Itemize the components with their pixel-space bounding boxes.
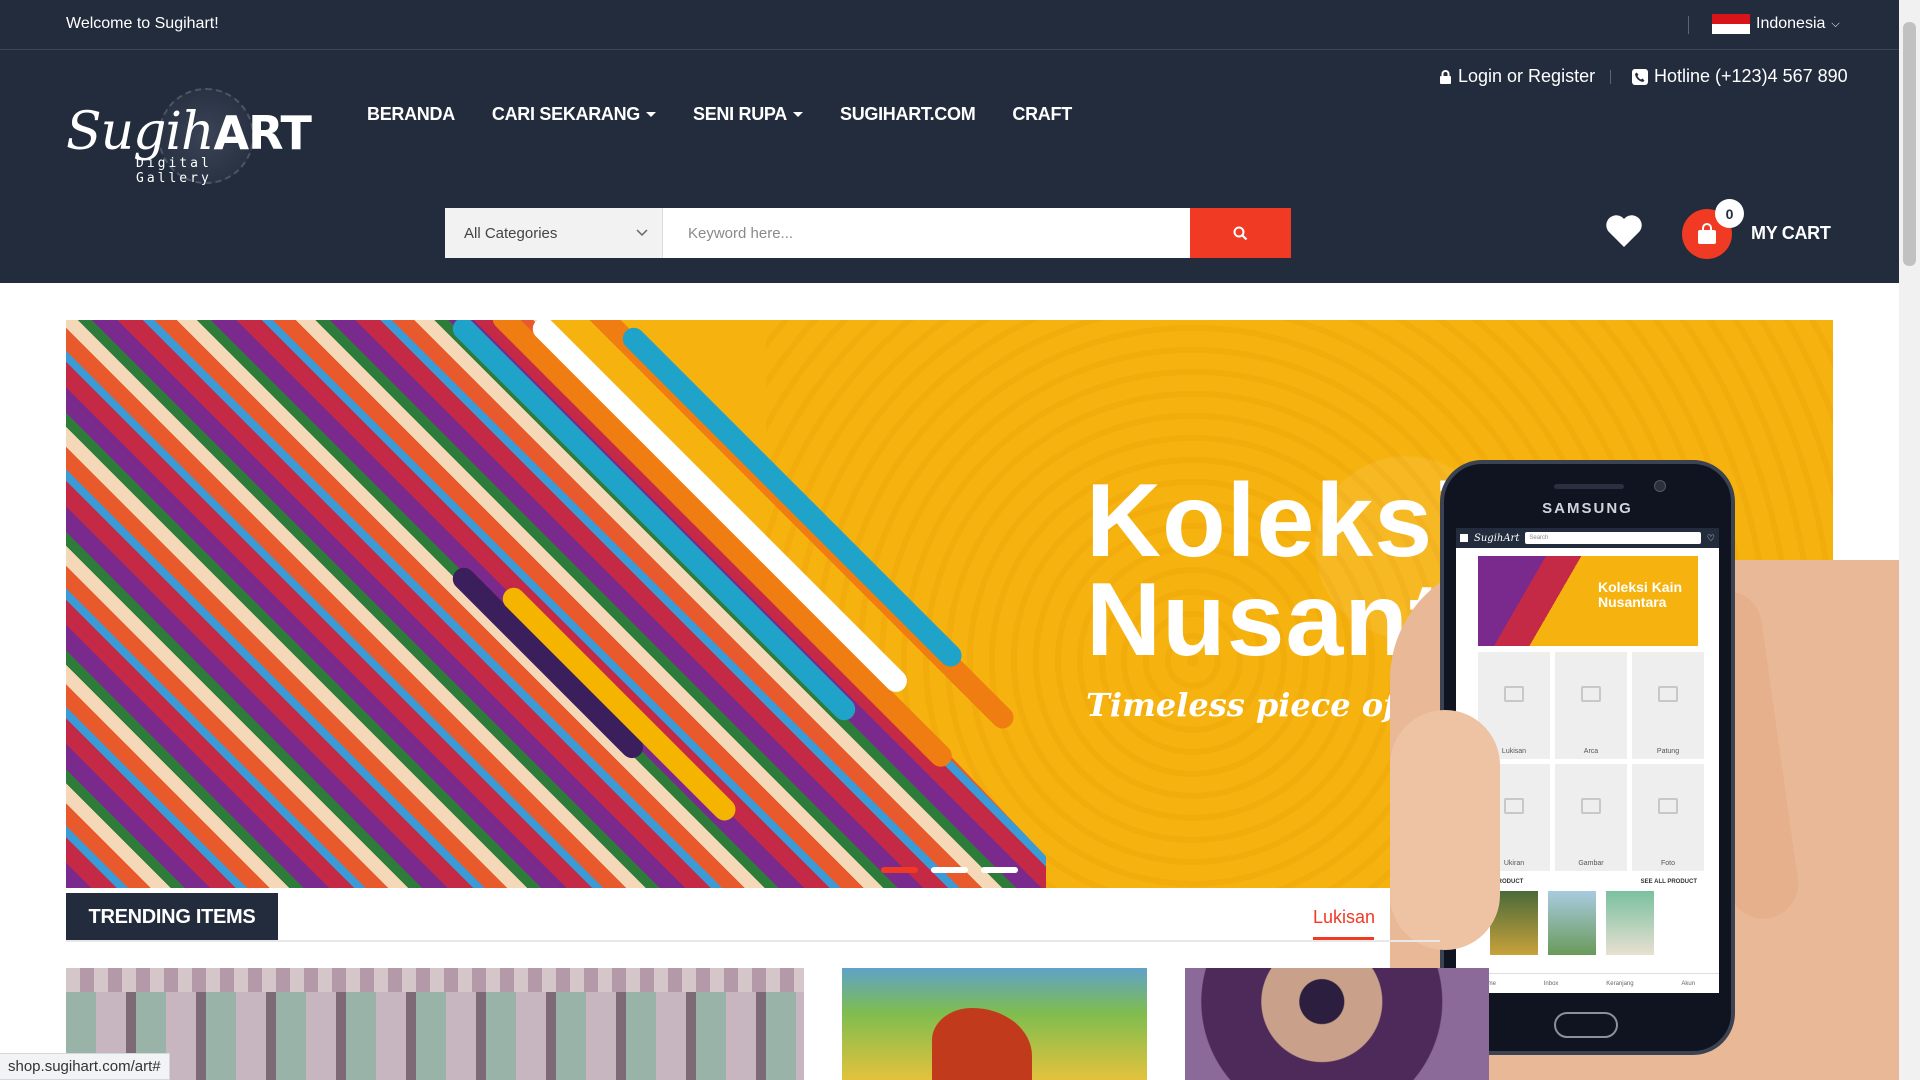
category-select-value: All Categories xyxy=(464,224,558,242)
app-product-thumb xyxy=(1606,891,1654,955)
nav-sugihart-com[interactable]: SUGIHART.COM xyxy=(840,104,976,125)
carousel-dot[interactable] xyxy=(981,867,1018,873)
scrollbar-thumb[interactable] xyxy=(1903,22,1916,266)
lock-icon xyxy=(1440,69,1451,84)
app-category: Arca xyxy=(1555,652,1627,759)
main-nav: BERANDA CARI SEKARANG SENI RUPA SUGIHART… xyxy=(367,104,1072,125)
hotline[interactable]: Hotline (+123)4 567 890 xyxy=(1632,66,1848,87)
app-bottom-nav: HomeInboxKeranjangAkun xyxy=(1456,973,1719,993)
section-divider xyxy=(66,940,1440,942)
logo-subtitle: Digital Gallery xyxy=(136,156,212,186)
shopping-bag-icon xyxy=(1698,223,1716,244)
my-cart-label[interactable]: MY CART xyxy=(1751,223,1831,244)
nav-cari-sekarang[interactable]: CARI SEKARANG xyxy=(492,104,657,125)
image-placeholder-icon xyxy=(1504,798,1524,814)
nav-seni-rupa[interactable]: SENI RUPA xyxy=(693,104,803,125)
scrollbar[interactable] xyxy=(1899,0,1920,1080)
site-logo[interactable]: SugihART Digital Gallery xyxy=(66,88,312,186)
nav-beranda[interactable]: BERANDA xyxy=(367,104,455,125)
welcome-text: Welcome to Sugihart! xyxy=(66,15,219,32)
wishlist-heart-icon[interactable] xyxy=(1605,214,1643,248)
phone-brand: SAMSUNG xyxy=(1542,500,1633,517)
product-image[interactable] xyxy=(1185,968,1489,1080)
phone-icon xyxy=(1632,68,1648,85)
divider xyxy=(1610,70,1611,84)
language-label: Indonesia xyxy=(1756,15,1826,32)
nav-craft[interactable]: CRAFT xyxy=(1012,104,1072,125)
app-product-row xyxy=(1490,891,1719,955)
image-placeholder-icon xyxy=(1504,686,1524,702)
app-product-thumb xyxy=(1548,891,1596,955)
cart-count-badge: 0 xyxy=(1715,199,1744,228)
login-register-label: Login or Register xyxy=(1458,66,1596,86)
app-header: SugihArt Search ♡ xyxy=(1456,528,1719,548)
trending-items-heading: TRENDING ITEMS xyxy=(66,893,278,941)
image-placeholder-icon xyxy=(1658,798,1678,814)
phone-camera xyxy=(1654,480,1666,492)
tab-lukisan[interactable]: Lukisan xyxy=(1313,907,1375,928)
divider xyxy=(1688,16,1689,34)
app-search-input: Search xyxy=(1525,532,1701,544)
carousel-dot[interactable] xyxy=(881,867,918,873)
app-category: Gambar xyxy=(1555,764,1627,871)
chevron-down-icon xyxy=(636,229,648,237)
app-category: Patung xyxy=(1632,652,1704,759)
app-banner: Koleksi Kain Nusantara xyxy=(1478,556,1698,646)
chevron-down-icon: ⌵ xyxy=(1831,17,1840,30)
app-heart-icon: ♡ xyxy=(1706,532,1715,543)
status-bar-url: shop.sugihart.com/art# xyxy=(0,1053,170,1080)
image-placeholder-icon xyxy=(1581,686,1601,702)
search-input[interactable] xyxy=(663,208,1190,258)
indonesia-flag-icon xyxy=(1712,14,1750,34)
logo-wordmark: SugihART xyxy=(66,102,312,162)
category-select[interactable]: All Categories xyxy=(445,208,663,258)
phone-speaker xyxy=(1554,484,1624,489)
top-bar: Welcome to Sugihart! Indonesia ⌵ xyxy=(0,0,1899,50)
app-category: Foto xyxy=(1632,764,1704,871)
hand-thumb xyxy=(1390,710,1500,950)
image-placeholder-icon xyxy=(1658,686,1678,702)
app-menu-icon xyxy=(1460,534,1468,542)
login-register-link[interactable]: Login or Register xyxy=(1439,66,1595,87)
search-bar: All Categories xyxy=(445,208,1291,258)
product-image[interactable] xyxy=(842,968,1147,1080)
caret-down-icon xyxy=(646,112,657,117)
carousel-dots xyxy=(881,867,1018,873)
caret-down-icon xyxy=(793,112,803,117)
carousel-dot[interactable] xyxy=(931,867,968,873)
product-image[interactable] xyxy=(66,968,804,1080)
hotline-label: Hotline (+123)4 567 890 xyxy=(1654,66,1848,86)
phone-home-button xyxy=(1554,1012,1618,1038)
image-placeholder-icon xyxy=(1581,798,1601,814)
app-logo: SugihArt xyxy=(1474,532,1520,544)
app-category-grid: Lukisan Arca Patung Ukiran Gambar Foto xyxy=(1478,652,1719,871)
language-selector[interactable]: Indonesia ⌵ xyxy=(1712,14,1840,34)
search-button[interactable] xyxy=(1190,208,1291,258)
tab-active-indicator xyxy=(1313,937,1374,940)
search-icon xyxy=(1233,226,1248,240)
app-section-header: NEW PRODUCT SEE ALL PRODUCT xyxy=(1478,879,1697,885)
